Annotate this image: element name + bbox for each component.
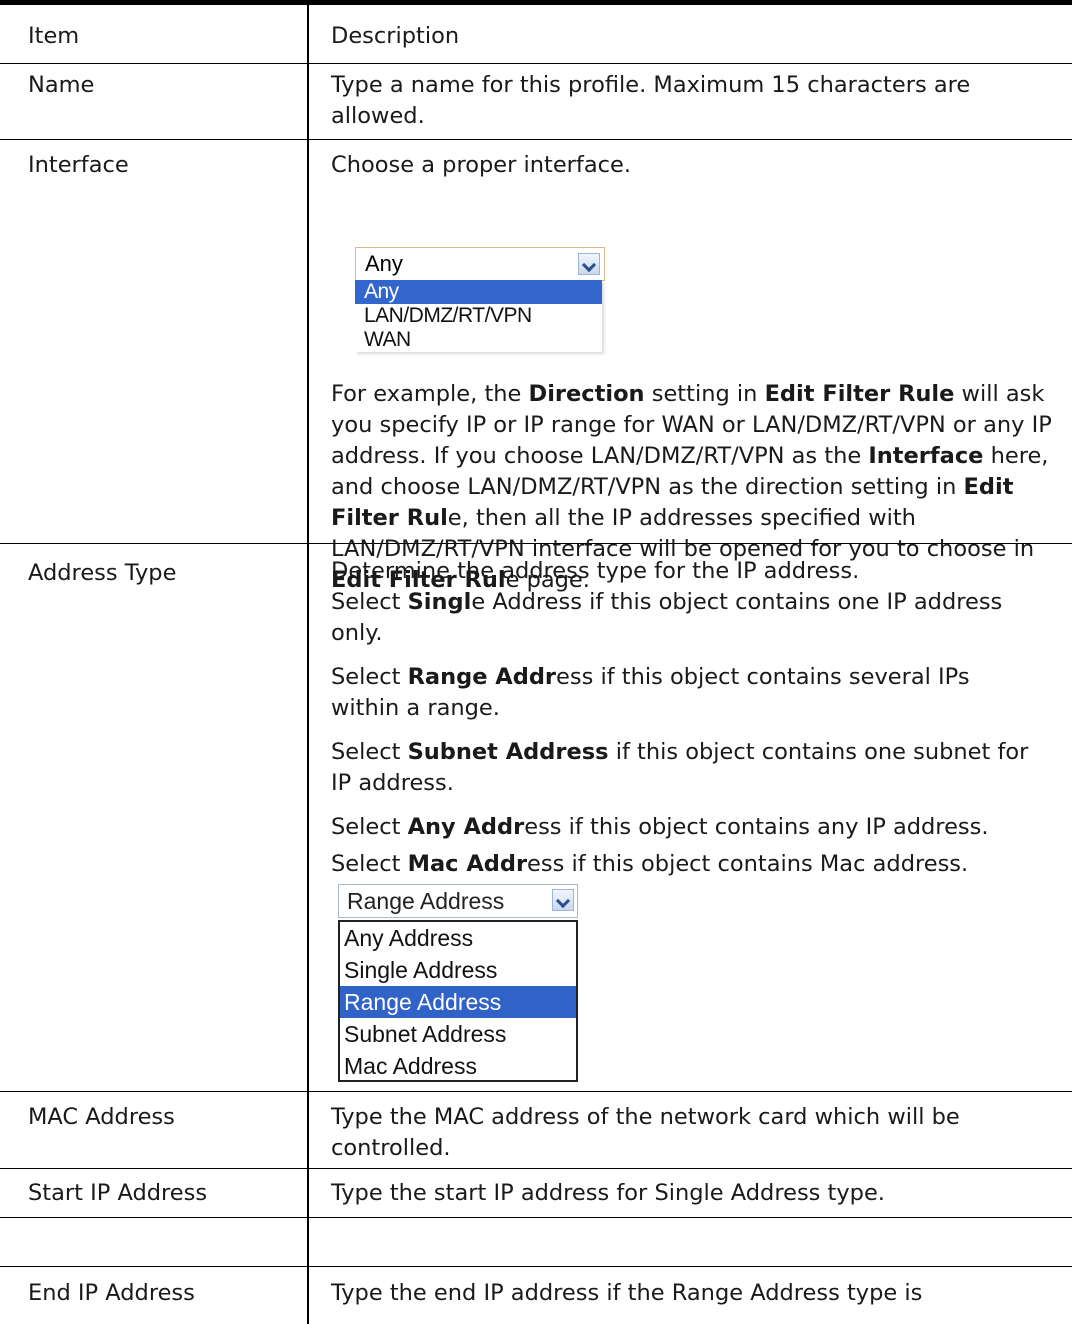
row-address-type-line1: Determine the address type for the IP ad… [331,558,860,584]
address-type-select-value: Range Address [347,888,505,914]
header-item: Item [28,23,80,49]
header-description: Description [331,23,460,49]
row-address-type-single: Select Single Address if this object con… [331,589,1003,646]
row-start-ip-description: Type the start IP address for Single Add… [331,1180,885,1206]
row-address-type-range: Select Range Address if this object cont… [331,664,970,721]
row-name-description: Type a name for this profile. Maximum 15… [331,72,971,129]
row-name-item: Name [28,72,95,98]
table-top-border [0,0,1072,5]
row-address-type-subnet: Select Subnet Address if this object con… [331,739,1029,796]
interface-select-value: Any [365,251,403,276]
interface-select[interactable]: Any [355,247,605,281]
interface-option[interactable]: LAN/DMZ/RT/VPN [355,304,602,328]
row-end-ip-item: End IP Address [28,1280,195,1306]
address-type-option[interactable]: Any Address [340,922,576,954]
address-type-option[interactable]: Single Address [340,954,576,986]
row-mac-description: Type the MAC address of the network card… [331,1104,960,1161]
column-divider [307,5,309,1324]
row-divider [0,1091,1072,1092]
row-divider [0,63,1072,64]
interface-options-list: Any LAN/DMZ/RT/VPN WAN [355,280,602,352]
row-divider [0,139,1072,140]
row-divider [0,1168,1072,1169]
row-end-ip-description: Type the end IP address if the Range Add… [331,1280,923,1306]
address-type-select[interactable]: Range Address [338,884,578,918]
address-type-options-list: Any Address Single Address Range Address… [338,920,578,1082]
row-address-type-any: Select Any Address if this object contai… [331,814,989,840]
interface-option[interactable]: Any [355,280,602,304]
address-type-option[interactable]: Range Address [340,986,576,1018]
row-address-type-item: Address Type [28,560,177,586]
interface-dropdown-example: Any Any LAN/DMZ/RT/VPN WAN [355,247,605,352]
chevron-down-icon[interactable] [552,889,574,911]
row-divider [0,1217,1072,1218]
address-type-option[interactable]: Subnet Address [340,1018,576,1050]
row-mac-item: MAC Address [28,1104,175,1130]
address-type-option[interactable]: Mac Address [340,1050,576,1082]
interface-option[interactable]: WAN [355,328,602,352]
row-divider [0,1266,1072,1267]
row-interface-intro: Choose a proper interface. [331,152,631,178]
row-start-ip-item: Start IP Address [28,1180,208,1206]
row-address-type-mac: Select Mac Address if this object contai… [331,851,969,877]
chevron-down-icon[interactable] [578,253,600,275]
row-interface-item: Interface [28,152,129,178]
